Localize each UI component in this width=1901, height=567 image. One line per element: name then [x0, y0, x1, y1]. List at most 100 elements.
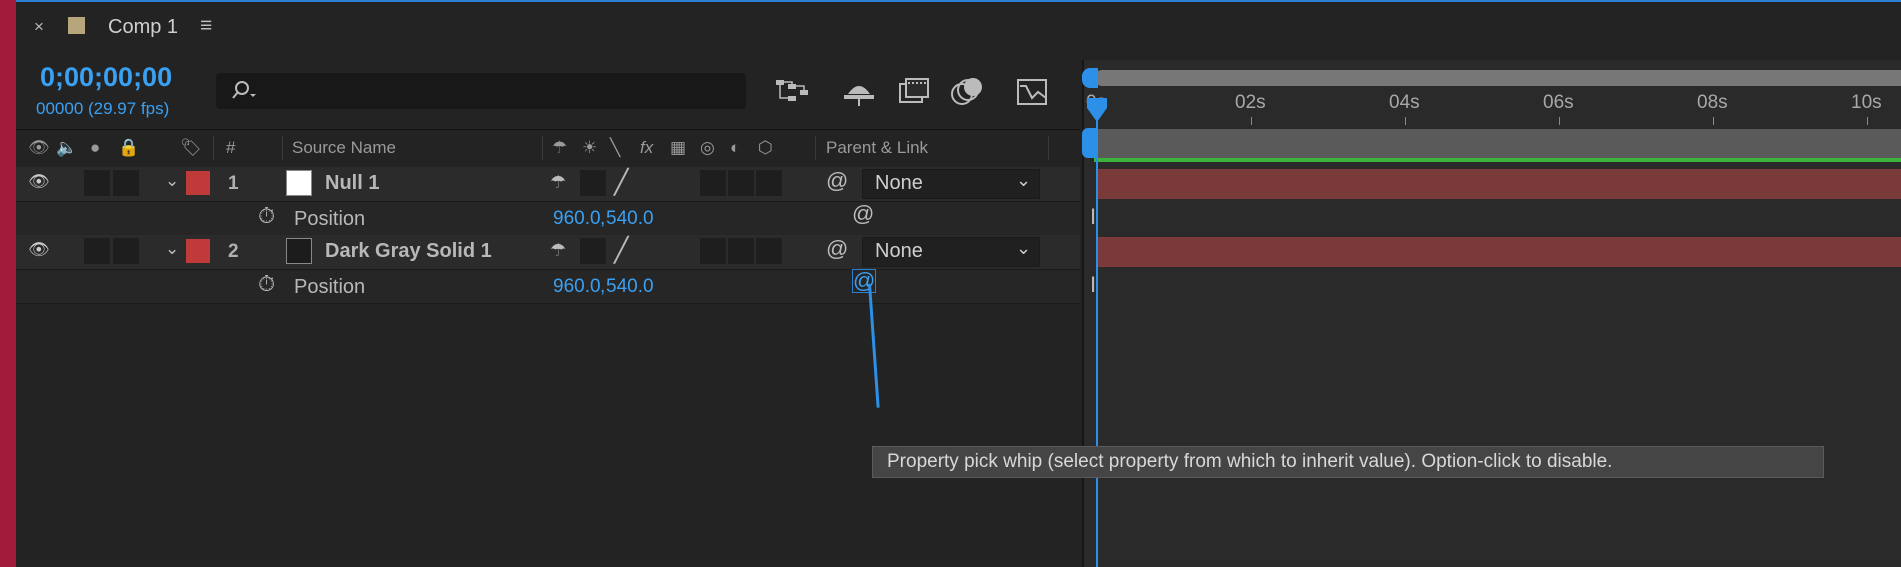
collapse-switch[interactable]: [580, 170, 606, 196]
position-x-value[interactable]: 960.0: [553, 208, 601, 230]
quality-icon[interactable]: ╲: [610, 138, 620, 158]
column-divider: [1048, 136, 1049, 160]
visibility-eye-icon[interactable]: 👁: [28, 240, 50, 260]
pick-whip-icon[interactable]: @: [826, 168, 848, 194]
property-row[interactable]: [16, 270, 1080, 304]
stopwatch-icon[interactable]: ⏱: [258, 203, 275, 229]
work-area-start-handle[interactable]: [1082, 128, 1096, 158]
chevron-down-icon: ⌄: [1016, 238, 1032, 258]
position-x-value[interactable]: 960.0: [553, 276, 601, 298]
solo-icon[interactable]: ●: [90, 138, 100, 158]
label-icon[interactable]: 🏷: [180, 138, 202, 158]
layer-name[interactable]: Dark Gray Solid 1: [325, 240, 492, 263]
layer-index: 2: [228, 241, 239, 262]
property-name: Position: [294, 208, 366, 230]
search-icon: [232, 81, 256, 99]
effect-icon[interactable]: fx: [640, 138, 653, 158]
frame-blend-switch-icon[interactable]: ▦: [670, 138, 686, 158]
chevron-down-icon: ⌄: [1016, 170, 1032, 190]
label-color-chip[interactable]: [186, 171, 210, 195]
tooltip: Property pick whip (select property from…: [872, 446, 1824, 478]
ruler-tick: [1251, 117, 1252, 125]
lock-switch[interactable]: [113, 238, 139, 264]
audio-icon[interactable]: 🔈: [56, 138, 77, 158]
chevron-down-icon[interactable]: ⌄: [165, 239, 179, 259]
layer-index: 1: [228, 173, 239, 194]
label-color-chip[interactable]: [186, 239, 210, 263]
audio-switch[interactable]: [84, 238, 110, 264]
work-area-bar[interactable]: [1094, 129, 1901, 158]
ruler-tick: [1867, 117, 1868, 125]
3d-switch[interactable]: [756, 170, 782, 196]
video-switch-icon[interactable]: 👁: [28, 138, 50, 158]
adjustment-layer-icon[interactable]: ◐: [730, 138, 740, 158]
motion-blur-switch[interactable]: [700, 170, 726, 196]
layer-source-swatch: [286, 170, 312, 196]
composition-flowchart-icon[interactable]: [774, 74, 812, 108]
position-separator: ,: [600, 208, 606, 229]
draft-3d-icon[interactable]: [840, 74, 878, 108]
quality-switch-icon[interactable]: ╱: [614, 168, 628, 197]
chevron-down-icon[interactable]: ⌄: [165, 171, 179, 191]
layer-number-header: #: [226, 138, 236, 157]
3d-switch[interactable]: [756, 238, 782, 264]
layer-name[interactable]: Null 1: [325, 172, 379, 195]
property-row[interactable]: [16, 202, 1080, 236]
render-status-line: [1094, 158, 1901, 162]
ruler-label: 02s: [1235, 92, 1266, 113]
ruler-tick: [1559, 117, 1560, 125]
shy-switch-icon[interactable]: ☂: [550, 240, 566, 261]
shy-switch-icon[interactable]: ☂: [550, 172, 566, 193]
collapse-switch[interactable]: [580, 238, 606, 264]
source-name-header[interactable]: Source Name: [292, 138, 396, 158]
panel-menu-icon[interactable]: ≡: [200, 14, 212, 38]
pick-whip-icon[interactable]: @: [852, 201, 874, 227]
current-time[interactable]: 0;00;00;00: [40, 62, 172, 93]
lock-icon[interactable]: 🔒: [118, 138, 139, 158]
layer-duration-bar[interactable]: [1096, 169, 1901, 199]
lock-switch[interactable]: [113, 170, 139, 196]
layer-duration-bar[interactable]: [1096, 237, 1901, 267]
ruler-tick: [1713, 117, 1714, 125]
collapse-transformations-icon[interactable]: ☀: [582, 138, 597, 158]
tab-title[interactable]: Comp 1: [108, 16, 178, 39]
parent-value: None: [875, 240, 923, 262]
ruler-label: 04s: [1389, 92, 1420, 113]
ruler-label: 10s: [1851, 92, 1882, 113]
frame-blending-icon[interactable]: [896, 74, 934, 108]
comp-swatch: [68, 17, 85, 34]
current-time-indicator[interactable]: [1096, 100, 1098, 567]
motion-blur-icon[interactable]: [948, 74, 986, 108]
audio-switch[interactable]: [84, 170, 110, 196]
pick-whip-icon[interactable]: @: [826, 236, 848, 262]
adjustment-switch[interactable]: [728, 238, 754, 264]
adjustment-switch[interactable]: [728, 170, 754, 196]
navigator-start-handle[interactable]: [1082, 68, 1098, 88]
property-name: Position: [294, 276, 366, 298]
pick-whip-icon[interactable]: @: [852, 269, 877, 293]
ruler-tick: [1405, 117, 1406, 125]
search-input[interactable]: [216, 73, 746, 109]
column-divider: [815, 136, 816, 160]
close-tab-icon[interactable]: ×: [34, 17, 44, 37]
stopwatch-icon[interactable]: ⏱: [258, 271, 275, 297]
column-divider: [282, 136, 283, 160]
ruler-label: 06s: [1543, 92, 1574, 113]
quality-switch-icon[interactable]: ╱: [614, 236, 628, 265]
shy-icon[interactable]: ☂: [552, 138, 567, 158]
parent-value: None: [875, 172, 923, 194]
time-navigator[interactable]: [1094, 70, 1901, 86]
motion-blur-switch[interactable]: [700, 238, 726, 264]
3d-layer-icon[interactable]: ⬡: [758, 138, 773, 158]
position-y-value[interactable]: 540.0: [606, 276, 654, 298]
position-separator: ,: [600, 276, 606, 297]
window-edge: [0, 0, 16, 567]
column-divider: [542, 136, 543, 160]
parent-link-header: Parent & Link: [826, 138, 929, 157]
layer-source-swatch: [286, 238, 312, 264]
visibility-eye-icon[interactable]: 👁: [28, 172, 50, 192]
position-y-value[interactable]: 540.0: [606, 208, 654, 230]
graph-editor-icon[interactable]: [1014, 74, 1052, 108]
motion-blur-switch-icon[interactable]: ◎: [700, 138, 715, 158]
column-divider: [213, 136, 214, 160]
